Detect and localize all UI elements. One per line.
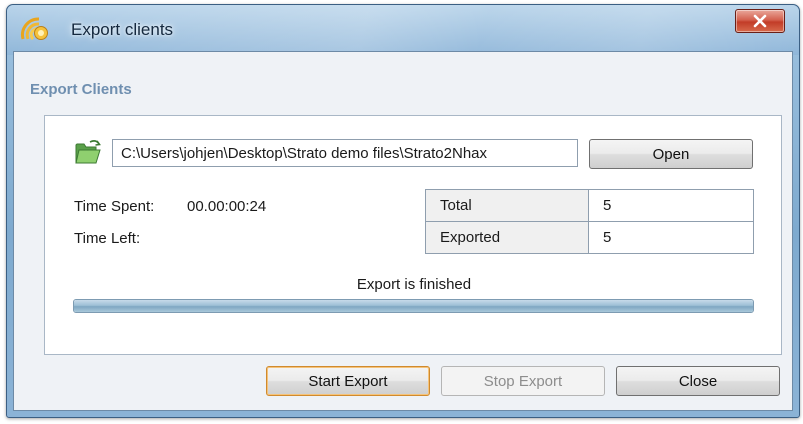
export-path-input[interactable]: [112, 139, 578, 167]
window-title: Export clients: [71, 20, 174, 39]
stats-exported-value: 5: [588, 221, 754, 254]
title-bar[interactable]: Export clients: [7, 5, 799, 55]
progress-fill: [74, 300, 753, 312]
close-button[interactable]: Close: [616, 366, 780, 396]
stats-exported-label: Exported: [425, 221, 589, 254]
close-icon: [753, 14, 767, 28]
stats-total-value: 5: [588, 189, 754, 222]
group-title: Export Clients: [30, 81, 132, 98]
open-button[interactable]: Open: [589, 139, 753, 169]
window-close-button[interactable]: [735, 9, 785, 33]
time-left-label: Time Left:: [74, 230, 141, 247]
export-status-text: Export is finished: [356, 276, 472, 293]
start-export-button[interactable]: Start Export: [266, 366, 430, 396]
open-folder-icon[interactable]: [74, 138, 102, 166]
stats-row-total: Total 5: [425, 189, 754, 222]
export-progress-bar: [73, 299, 754, 313]
stats-total-label: Total: [425, 189, 589, 222]
export-stats-table: Total 5 Exported 5: [425, 189, 754, 254]
time-spent-value: 00.00:00:24: [187, 198, 267, 215]
stop-export-button[interactable]: Stop Export: [441, 366, 605, 396]
stats-row-exported: Exported 5: [425, 221, 754, 254]
strato-app-icon: [21, 17, 48, 41]
time-spent-label: Time Spent:: [74, 198, 155, 215]
